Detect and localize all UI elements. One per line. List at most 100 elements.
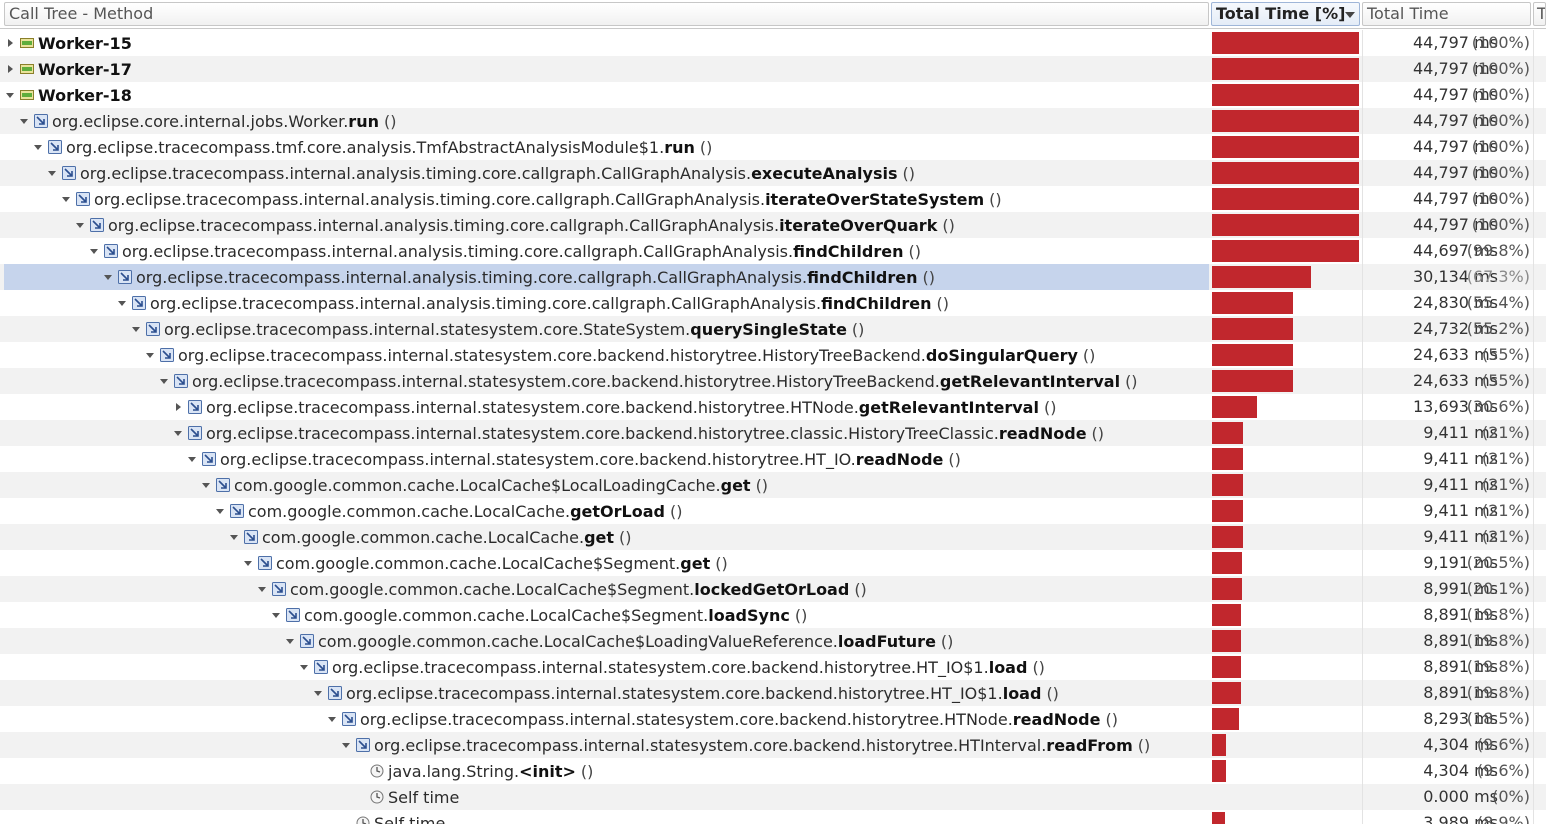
- collapse-arrow-icon[interactable]: [172, 427, 184, 439]
- collapse-arrow-icon[interactable]: [46, 167, 58, 179]
- method-cell[interactable]: com.google.common.cache.LocalCache. get(): [4, 524, 1209, 550]
- tree-row[interactable]: com.google.common.cache.LocalCache$Segme…: [0, 576, 1546, 602]
- call-tree-table[interactable]: Worker-15 44,797 ms (100%) Worker-17 44,797 …: [0, 30, 1546, 824]
- tree-row[interactable]: org.eclipse.tracecompass.internal.states…: [0, 316, 1546, 342]
- method-cell[interactable]: org.eclipse.tracecompass.internal.states…: [4, 316, 1209, 342]
- tree-row[interactable]: org.eclipse.tracecompass.internal.analys…: [0, 186, 1546, 212]
- expand-arrow-icon[interactable]: [4, 37, 16, 49]
- method-cell[interactable]: org.eclipse.tracecompass.internal.states…: [4, 680, 1209, 706]
- collapse-arrow-icon[interactable]: [116, 297, 128, 309]
- column-header-total-time-percent[interactable]: Total Time [%]: [1211, 2, 1360, 26]
- extra-cell: [1533, 628, 1546, 654]
- method-call-icon: [160, 348, 174, 362]
- method-cell[interactable]: Worker-17: [4, 56, 1209, 82]
- tree-row-thread[interactable]: Worker-18 44,797 ms (100%): [0, 82, 1546, 108]
- method-call-icon: [286, 608, 300, 622]
- tree-row[interactable]: com.google.common.cache.LocalCache$Segme…: [0, 602, 1546, 628]
- method-cell[interactable]: com.google.common.cache.LocalCache$Segme…: [4, 576, 1209, 602]
- column-header-extra[interactable]: T: [1533, 2, 1546, 26]
- column-header-total-time[interactable]: Total Time: [1362, 2, 1531, 26]
- method-cell[interactable]: org.eclipse.core.internal.jobs.Worker. ru…: [4, 108, 1209, 134]
- method-cell[interactable]: org.eclipse.tracecompass.internal.analys…: [4, 160, 1209, 186]
- method-cell[interactable]: com.google.common.cache.LocalCache$Segme…: [4, 550, 1209, 576]
- collapse-arrow-icon[interactable]: [4, 89, 16, 101]
- method-cell[interactable]: com.google.common.cache.LocalCache. getOr…: [4, 498, 1209, 524]
- column-header-method[interactable]: Call Tree - Method: [4, 2, 1209, 26]
- collapse-arrow-icon[interactable]: [256, 583, 268, 595]
- method-cell[interactable]: org.eclipse.tracecompass.internal.states…: [4, 706, 1209, 732]
- tree-row[interactable]: Self time 0.000 ms (0%): [0, 784, 1546, 810]
- method-cell[interactable]: java.lang.String. <init>(): [4, 758, 1209, 784]
- tree-row[interactable]: org.eclipse.tracecompass.internal.states…: [0, 420, 1546, 446]
- method-cell[interactable]: org.eclipse.tracecompass.internal.analys…: [4, 212, 1209, 238]
- method-cell[interactable]: org.eclipse.tracecompass.internal.analys…: [4, 238, 1209, 264]
- total-time-bar-cell: [1211, 394, 1360, 420]
- method-cell[interactable]: com.google.common.cache.LocalCache$Local…: [4, 472, 1209, 498]
- method-cell[interactable]: Worker-15: [4, 30, 1209, 56]
- collapse-arrow-icon[interactable]: [312, 687, 324, 699]
- method-cell[interactable]: com.google.common.cache.LocalCache$Loadi…: [4, 628, 1209, 654]
- collapse-arrow-icon[interactable]: [298, 661, 310, 673]
- collapse-arrow-icon[interactable]: [158, 375, 170, 387]
- method-cell[interactable]: org.eclipse.tracecompass.internal.states…: [4, 420, 1209, 446]
- method-cell[interactable]: Self time: [4, 810, 1209, 824]
- tree-row[interactable]: org.eclipse.tracecompass.internal.states…: [0, 680, 1546, 706]
- extra-cell: [1533, 238, 1546, 264]
- collapse-arrow-icon[interactable]: [88, 245, 100, 257]
- tree-row[interactable]: com.google.common.cache.LocalCache. get()…: [0, 524, 1546, 550]
- method-cell[interactable]: Worker-18: [4, 82, 1209, 108]
- tree-row[interactable]: org.eclipse.tracecompass.internal.analys…: [0, 212, 1546, 238]
- tree-row[interactable]: org.eclipse.tracecompass.internal.states…: [0, 446, 1546, 472]
- tree-row[interactable]: org.eclipse.tracecompass.internal.states…: [0, 732, 1546, 758]
- method-cell[interactable]: org.eclipse.tracecompass.internal.analys…: [4, 264, 1209, 290]
- collapse-arrow-icon[interactable]: [74, 219, 86, 231]
- method-cell[interactable]: org.eclipse.tracecompass.internal.analys…: [4, 186, 1209, 212]
- collapse-arrow-icon[interactable]: [32, 141, 44, 153]
- collapse-arrow-icon[interactable]: [186, 453, 198, 465]
- tree-row[interactable]: org.eclipse.tracecompass.tmf.core.analys…: [0, 134, 1546, 160]
- method-cell[interactable]: org.eclipse.tracecompass.internal.states…: [4, 446, 1209, 472]
- collapse-arrow-icon[interactable]: [144, 349, 156, 361]
- collapse-arrow-icon[interactable]: [242, 557, 254, 569]
- method-cell[interactable]: org.eclipse.tracecompass.internal.states…: [4, 394, 1209, 420]
- collapse-arrow-icon[interactable]: [340, 739, 352, 751]
- method-cell[interactable]: org.eclipse.tracecompass.internal.states…: [4, 654, 1209, 680]
- collapse-arrow-icon[interactable]: [214, 505, 226, 517]
- tree-row[interactable]: org.eclipse.tracecompass.internal.states…: [0, 342, 1546, 368]
- tree-row[interactable]: org.eclipse.tracecompass.internal.analys…: [0, 238, 1546, 264]
- method-cell[interactable]: org.eclipse.tracecompass.internal.analys…: [4, 290, 1209, 316]
- tree-row[interactable]: com.google.common.cache.LocalCache$Loadi…: [0, 628, 1546, 654]
- method-cell[interactable]: org.eclipse.tracecompass.internal.states…: [4, 732, 1209, 758]
- method-cell[interactable]: org.eclipse.tracecompass.internal.states…: [4, 368, 1209, 394]
- collapse-arrow-icon[interactable]: [18, 115, 30, 127]
- method-cell[interactable]: com.google.common.cache.LocalCache$Segme…: [4, 602, 1209, 628]
- tree-row[interactable]: org.eclipse.tracecompass.internal.states…: [0, 368, 1546, 394]
- method-cell[interactable]: org.eclipse.tracecompass.internal.states…: [4, 342, 1209, 368]
- collapse-arrow-icon[interactable]: [284, 635, 296, 647]
- collapse-arrow-icon[interactable]: [102, 271, 114, 283]
- collapse-arrow-icon[interactable]: [326, 713, 338, 725]
- expand-arrow-icon[interactable]: [172, 401, 184, 413]
- method-cell[interactable]: Self time: [4, 784, 1209, 810]
- tree-row[interactable]: org.eclipse.tracecompass.internal.states…: [0, 394, 1546, 420]
- expand-arrow-icon[interactable]: [4, 63, 16, 75]
- tree-row[interactable]: Self time 3,989 ms (8.9%): [0, 810, 1546, 824]
- tree-row[interactable]: org.eclipse.tracecompass.internal.analys…: [0, 290, 1546, 316]
- tree-row[interactable]: org.eclipse.tracecompass.internal.analys…: [0, 160, 1546, 186]
- collapse-arrow-icon[interactable]: [270, 609, 282, 621]
- collapse-arrow-icon[interactable]: [130, 323, 142, 335]
- tree-row[interactable]: java.lang.String. <init>() 4,304 ms (9.6%): [0, 758, 1546, 784]
- tree-row[interactable]: com.google.common.cache.LocalCache$Local…: [0, 472, 1546, 498]
- tree-row-thread[interactable]: Worker-17 44,797 ms (100%): [0, 56, 1546, 82]
- collapse-arrow-icon[interactable]: [200, 479, 212, 491]
- tree-row[interactable]: org.eclipse.tracecompass.internal.analys…: [0, 264, 1546, 290]
- tree-row[interactable]: com.google.common.cache.LocalCache. getOr…: [0, 498, 1546, 524]
- tree-row[interactable]: com.google.common.cache.LocalCache$Segme…: [0, 550, 1546, 576]
- tree-row-thread[interactable]: Worker-15 44,797 ms (100%): [0, 30, 1546, 56]
- collapse-arrow-icon[interactable]: [228, 531, 240, 543]
- tree-row[interactable]: org.eclipse.core.internal.jobs.Worker. ru…: [0, 108, 1546, 134]
- method-cell[interactable]: org.eclipse.tracecompass.tmf.core.analys…: [4, 134, 1209, 160]
- tree-row[interactable]: org.eclipse.tracecompass.internal.states…: [0, 654, 1546, 680]
- tree-row[interactable]: org.eclipse.tracecompass.internal.states…: [0, 706, 1546, 732]
- collapse-arrow-icon[interactable]: [60, 193, 72, 205]
